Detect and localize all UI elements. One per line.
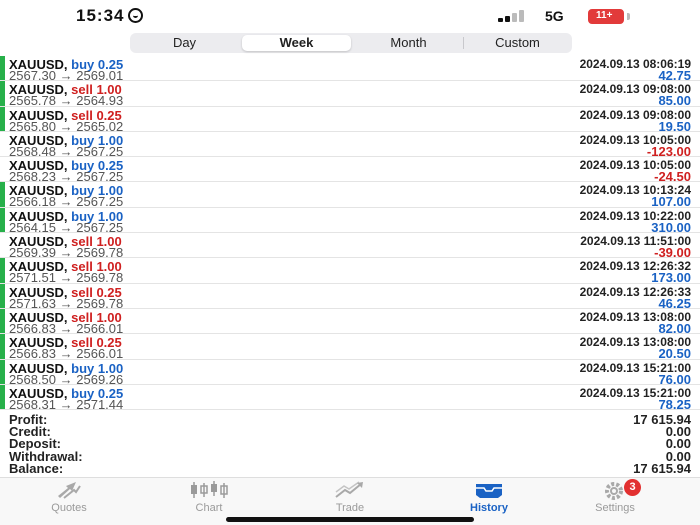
- quotes-icon: [58, 482, 81, 499]
- deal-row[interactable]: XAUUSD, sell 1.00 2569.39 → 2569.78 2024.0…: [0, 233, 700, 260]
- deal-row[interactable]: XAUUSD, sell 0.25 2571.63 → 2569.78 2024.0…: [0, 283, 700, 311]
- tab-history[interactable]: History: [444, 480, 534, 514]
- tab-quotes[interactable]: Quotes: [24, 480, 114, 514]
- deal-row[interactable]: XAUUSD, buy 0.25 2567.30 → 2569.01 2024.09…: [0, 56, 700, 83]
- deal-row[interactable]: XAUUSD, buy 1.00 2566.18 → 2567.25 2024.09…: [0, 182, 700, 209]
- tab-history-label: History: [470, 502, 508, 514]
- status-time: 15:34: [76, 6, 144, 26]
- battery-icon: 11+: [588, 9, 624, 24]
- deal-row[interactable]: XAUUSD, sell 0.25 2566.83 → 2566.01 2024.0…: [0, 334, 700, 361]
- tab-custom[interactable]: Custom: [463, 33, 572, 53]
- account-summary: Profit: 17 615.94 Credit: 0.00 Deposit: …: [0, 413, 700, 476]
- summary-withdrawal: Withdrawal: 0.00: [0, 450, 700, 463]
- signal-icon: [498, 10, 532, 22]
- deal-row[interactable]: XAUUSD, buy 0.25 2568.23 → 2567.25 2024.09…: [0, 157, 700, 184]
- home-indicator[interactable]: [226, 517, 474, 522]
- tab-trade-label: Trade: [335, 502, 365, 514]
- history-icon: [476, 484, 502, 498]
- deal-close-price: 2571.44: [76, 396, 124, 412]
- tab-chart[interactable]: Chart: [164, 480, 254, 514]
- deal-row[interactable]: XAUUSD, buy 0.25 2568.31 → 2571.44 2024.09…: [0, 384, 700, 412]
- tab-chart-label: Chart: [195, 502, 223, 514]
- deal-list: XAUUSD, buy 0.25 2567.30 → 2569.01 2024.09…: [0, 56, 700, 412]
- summary-profit: Profit: 17 615.94: [0, 413, 700, 426]
- tab-settings-label: Settings: [595, 502, 635, 514]
- summary-credit: Credit: 0.00: [0, 425, 700, 438]
- settings-badge: 3: [624, 479, 641, 496]
- deal-row[interactable]: XAUUSD, sell 1.00 2565.78 → 2564.93 2024.0…: [0, 81, 700, 108]
- tab-trade[interactable]: Trade: [305, 480, 395, 514]
- tab-week[interactable]: Week: [242, 35, 351, 51]
- battery-nub: [627, 13, 630, 20]
- arrow-right-icon: →: [59, 396, 73, 412]
- tab-day[interactable]: Day: [130, 33, 239, 53]
- tab-settings[interactable]: 3 Settings: [570, 479, 660, 514]
- status-bar: 15:34 5G 11+: [0, 0, 700, 32]
- smiley-icon: [128, 8, 144, 23]
- tab-month[interactable]: Month: [354, 33, 463, 53]
- deal-row[interactable]: XAUUSD, buy 1.00 2564.15 → 2567.25 2024.09…: [0, 207, 700, 235]
- battery-level: 11+: [596, 10, 613, 21]
- deal-row[interactable]: XAUUSD, buy 1.00 2568.50 → 2569.26 2024.09…: [0, 359, 700, 387]
- status-time-text: 15:34: [76, 6, 125, 25]
- chart-icon: [191, 481, 228, 498]
- period-selector: Day Week Month Custom: [130, 33, 572, 53]
- summary-value: 17 615.94: [633, 460, 691, 476]
- deal-row[interactable]: XAUUSD, sell 1.00 2566.83 → 2566.01 2024.0…: [0, 308, 700, 336]
- trade-icon: [335, 481, 363, 498]
- deal-row[interactable]: XAUUSD, buy 1.00 2568.48 → 2567.25 2024.09…: [0, 132, 700, 159]
- deal-open-price: 2568.31: [9, 396, 56, 412]
- deal-profit: 78.25: [658, 396, 691, 412]
- tab-quotes-label: Quotes: [51, 502, 87, 514]
- summary-deposit: Deposit: 0.00: [0, 437, 700, 450]
- summary-label: Balance:: [9, 460, 64, 476]
- network-type: 5G: [545, 8, 564, 24]
- deal-row[interactable]: XAUUSD, sell 1.00 2571.51 → 2569.78 2024.0…: [0, 258, 700, 285]
- summary-balance: Balance: 17 615.94: [0, 460, 700, 476]
- deal-prices: 2568.31 → 2571.44: [9, 397, 123, 412]
- deal-row[interactable]: XAUUSD, sell 0.25 2565.80 → 2565.02 2024.0…: [0, 106, 700, 134]
